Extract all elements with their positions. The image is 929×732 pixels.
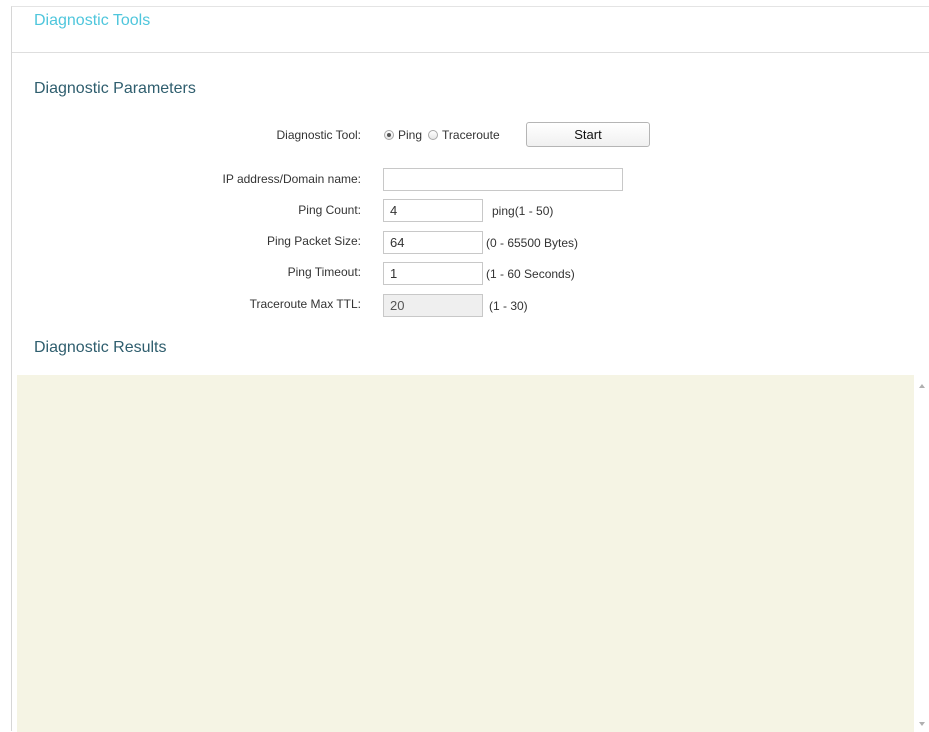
parameters-section-title: Diagnostic Parameters	[34, 80, 196, 97]
ip-address-label: IP address/Domain name:	[222, 172, 361, 186]
diagnostic-tool-radio-group: Ping Traceroute	[384, 125, 506, 145]
ping-count-hint: ping(1 - 50)	[492, 204, 554, 218]
diagnostic-results-area[interactable]	[17, 375, 914, 732]
scroll-down-arrow-icon[interactable]	[919, 722, 925, 726]
title-divider	[12, 52, 929, 53]
diagnostic-tool-label: Diagnostic Tool:	[276, 128, 362, 142]
results-section-title: Diagnostic Results	[34, 339, 167, 356]
traceroute-radio-label[interactable]: Traceroute	[442, 128, 500, 142]
ping-count-input[interactable]	[383, 199, 483, 222]
traceroute-ttl-input	[383, 294, 483, 317]
ping-radio-label[interactable]: Ping	[398, 128, 422, 142]
packet-size-hint: (0 - 65500 Bytes)	[486, 236, 579, 250]
diagnostic-tools-panel: Diagnostic Tools Diagnostic Parameters D…	[11, 6, 929, 732]
start-button[interactable]: Start	[526, 122, 650, 147]
ping-timeout-hint: (1 - 60 Seconds)	[486, 267, 575, 281]
packet-size-label: Ping Packet Size:	[266, 234, 361, 248]
packet-size-input[interactable]	[383, 231, 483, 254]
traceroute-ttl-label: Traceroute Max TTL:	[249, 297, 361, 311]
traceroute-ttl-hint: (1 - 30)	[489, 299, 528, 313]
ping-timeout-input[interactable]	[383, 262, 483, 285]
ping-timeout-label: Ping Timeout:	[287, 265, 361, 279]
ip-address-input[interactable]	[383, 168, 623, 191]
results-scrollbar[interactable]	[914, 375, 929, 732]
ping-radio[interactable]	[384, 130, 394, 140]
scroll-up-arrow-icon[interactable]	[919, 384, 925, 388]
ping-count-label: Ping Count:	[298, 203, 361, 217]
page-title: Diagnostic Tools	[34, 12, 151, 29]
traceroute-radio[interactable]	[428, 130, 439, 140]
